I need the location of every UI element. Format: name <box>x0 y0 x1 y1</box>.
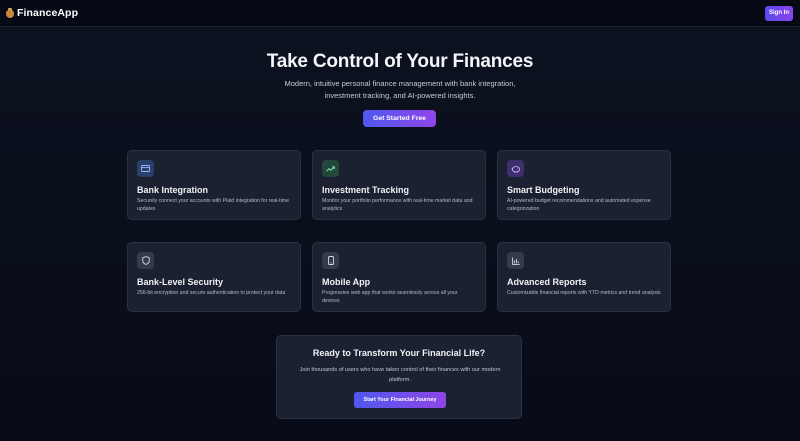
feature-description: Progressive web app that works seamlessl… <box>322 290 458 304</box>
feature-title: Smart Budgeting <box>507 185 580 195</box>
feature-title: Bank Integration <box>137 185 209 195</box>
feature-title: Bank-Level Security <box>137 277 224 287</box>
credit-card-icon <box>137 160 154 177</box>
feature-description: 256-bit encryption and secure authentica… <box>137 290 286 296</box>
feature-description: Monitor your portfolio performance with … <box>322 198 473 212</box>
feature-card-smart-budgeting: Smart Budgeting AI-powered budget recomm… <box>497 150 671 220</box>
feature-card-bank-level-security: Bank-Level Security 256-bit encryption a… <box>127 242 301 312</box>
feature-title: Advanced Reports <box>507 277 587 287</box>
trending-up-icon <box>322 160 339 177</box>
feature-card-bank-integration: Bank Integration Securely connect your a… <box>127 150 301 220</box>
brand-name: FinanceApp <box>17 7 79 19</box>
brand[interactable]: FinanceApp <box>6 7 78 19</box>
sign-in-button[interactable]: Sign In <box>765 5 793 21</box>
cta-section: Ready to Transform Your Financial Life? … <box>276 335 522 419</box>
bar-chart-icon <box>507 252 524 269</box>
piggy-bank-icon <box>507 160 524 177</box>
start-journey-button[interactable]: Start Your Financial Journey <box>354 392 446 408</box>
get-started-button[interactable]: Get Started Free <box>363 110 436 127</box>
hero-title: Take Control of Your Finances <box>266 51 534 72</box>
shield-icon <box>137 252 154 269</box>
feature-card-investment-tracking: Investment Tracking Monitor your portfol… <box>312 150 486 220</box>
feature-card-advanced-reports: Advanced Reports Customizable financial … <box>497 242 671 312</box>
cta-title: Ready to Transform Your Financial Life? <box>312 348 486 358</box>
feature-card-mobile-app: Mobile App Progressive web app that work… <box>312 242 486 312</box>
cta-description: Join thousands of users who have taken c… <box>299 367 501 383</box>
navbar: FinanceApp Sign In <box>0 0 800 27</box>
smartphone-icon <box>322 252 339 269</box>
money-bag-icon <box>6 8 14 18</box>
feature-title: Mobile App <box>322 277 371 287</box>
hero-subtitle: Modern, intuitive personal finance manag… <box>284 79 516 100</box>
feature-description: Securely connect your accounts with Plai… <box>137 198 289 212</box>
feature-description: AI-powered budget recommendations and au… <box>507 198 651 212</box>
feature-title: Investment Tracking <box>322 185 410 195</box>
feature-description: Customizable financial reports with YTD … <box>507 290 661 296</box>
